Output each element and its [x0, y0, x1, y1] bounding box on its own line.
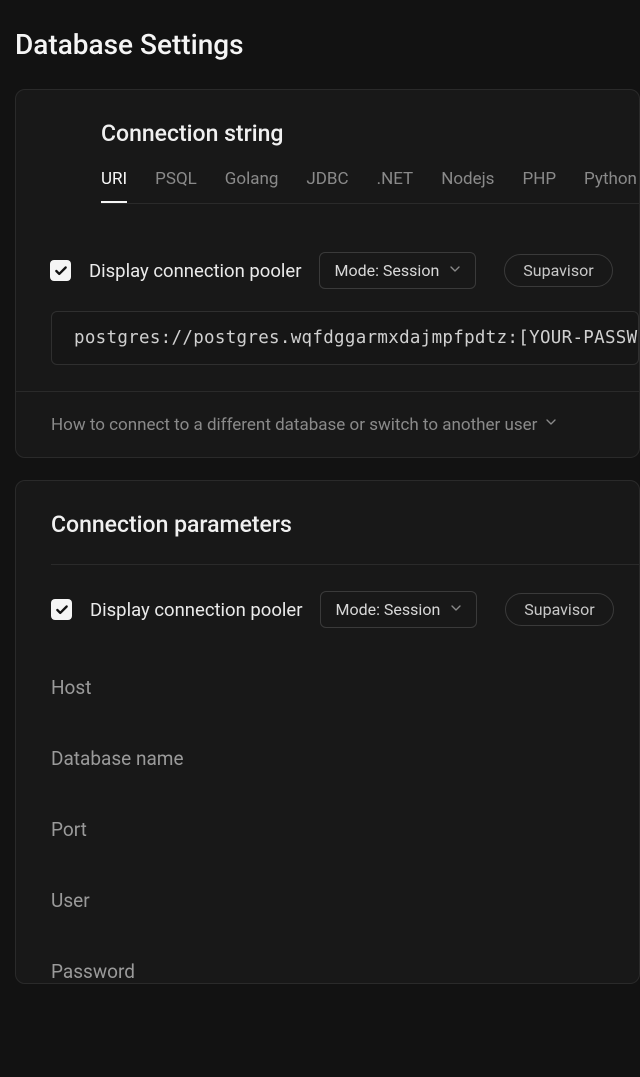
tab-nodejs[interactable]: Nodejs [441, 169, 494, 203]
provider-button-params[interactable]: Supavisor [505, 593, 613, 626]
connection-string-tabs: URI PSQL Golang JDBC .NET Nodejs PHP Pyt… [101, 169, 639, 204]
connection-pooler-row: Display connection pooler Mode: Session … [50, 204, 639, 289]
expand-label: How to connect to a different database o… [51, 415, 537, 435]
connection-parameters-title: Connection parameters [51, 511, 639, 538]
display-pooler-checkbox-params[interactable] [51, 599, 72, 620]
connection-uri-field[interactable]: postgres://postgres.wqfdggarmxdajmpfpdtz… [51, 311, 639, 365]
provider-button[interactable]: Supavisor [504, 254, 612, 287]
param-database-name-label: Database name [51, 747, 639, 770]
param-user: User [51, 889, 639, 912]
connection-string-title: Connection string [51, 120, 639, 169]
chevron-down-icon [448, 600, 464, 620]
param-database-name: Database name [51, 747, 639, 770]
param-host: Host [51, 676, 639, 699]
tab-php[interactable]: PHP [522, 169, 556, 203]
param-host-label: Host [51, 676, 639, 699]
display-pooler-label: Display connection pooler [89, 260, 301, 282]
pooler-mode-select-params[interactable]: Mode: Session [320, 591, 477, 628]
chevron-down-icon [447, 261, 463, 281]
param-port: Port [51, 818, 639, 841]
parameters-pooler-row: Display connection pooler Mode: Session … [51, 564, 639, 628]
tab-golang[interactable]: Golang [225, 169, 279, 203]
connection-parameters-panel: Connection parameters Display connection… [15, 480, 640, 984]
page-title: Database Settings [0, 0, 640, 89]
display-pooler-label-params: Display connection pooler [90, 599, 302, 621]
tab-psql[interactable]: PSQL [155, 169, 197, 203]
pooler-mode-select[interactable]: Mode: Session [319, 252, 476, 289]
how-to-connect-expander[interactable]: How to connect to a different database o… [16, 391, 639, 457]
param-password-label: Password [51, 960, 639, 983]
tab-dotnet[interactable]: .NET [377, 169, 414, 203]
param-password: Password [51, 960, 639, 983]
tab-uri[interactable]: URI [101, 169, 127, 203]
tab-jdbc[interactable]: JDBC [306, 169, 348, 203]
pooler-mode-value: Mode: Session [334, 261, 439, 280]
chevron-down-icon [543, 414, 559, 435]
pooler-mode-value-params: Mode: Session [335, 600, 440, 619]
display-pooler-checkbox[interactable] [50, 260, 71, 281]
param-user-label: User [51, 889, 639, 912]
check-icon [55, 603, 69, 617]
param-port-label: Port [51, 818, 639, 841]
connection-string-panel: Connection string URI PSQL Golang JDBC .… [15, 89, 640, 458]
tab-python[interactable]: Python [584, 169, 637, 203]
check-icon [54, 264, 68, 278]
